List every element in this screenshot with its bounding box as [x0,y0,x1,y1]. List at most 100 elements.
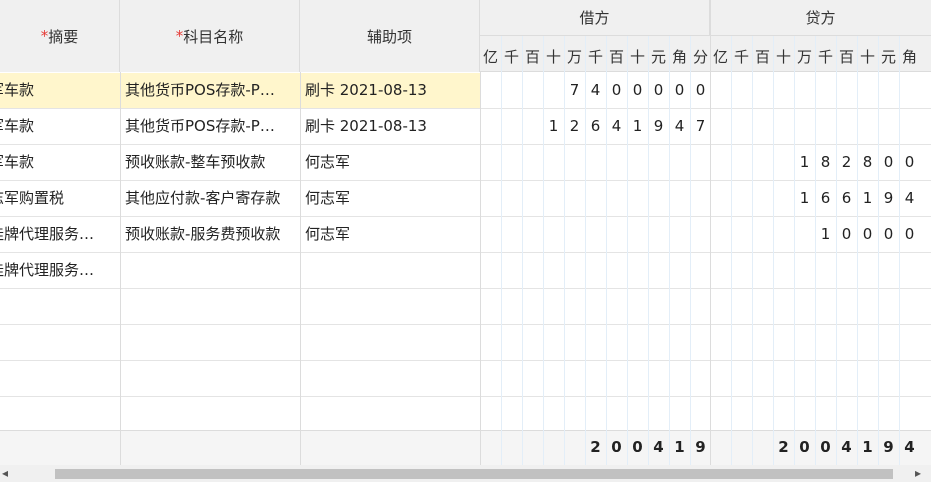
credit-digit: 6 [820,189,831,207]
debit-digit: 0 [611,81,622,99]
total-debit-digit: 2 [590,438,601,456]
grid-line [501,36,502,465]
grid-line [690,36,691,465]
table-row[interactable] [0,325,931,361]
scrollbar-thumb[interactable] [55,469,893,479]
credit-digit: 0 [904,225,915,243]
cell-account[interactable]: 预收账款-服务费预收款 [120,217,300,253]
credit-unit-label: 十 [775,48,791,66]
credit-digit: 9 [883,189,894,207]
grid-line [710,0,711,465]
header-debit: 借方 [480,0,710,36]
cell-aux[interactable]: 何志军 [300,181,480,217]
table-row[interactable]: 志军购置税其他应付款-客户寄存款何志军 [0,181,931,217]
total-credit-digit: 1 [862,438,873,456]
debit-digit: 9 [653,117,664,135]
cell-summary[interactable]: 军车款 [0,109,140,145]
header-debit-label: 借方 [579,9,610,27]
debit-digit: 0 [695,81,706,99]
cell-aux[interactable]: 刷卡 2021-08-13 [300,73,480,109]
total-debit-digit: 0 [632,438,643,456]
credit-unit-label: 十 [859,48,875,66]
credit-digit: 1 [820,225,831,243]
debit-digit: 1 [548,117,559,135]
credit-digit: 0 [904,153,915,171]
total-credit-digit: 4 [841,438,852,456]
table-row[interactable]: 军车款其他货币POS存款-P…刷卡 2021-08-13 [0,109,931,145]
grid-line [480,72,481,465]
credit-digit: 0 [841,225,852,243]
credit-unit-label: 千 [817,48,833,66]
debit-unit-label: 角 [671,48,687,66]
header-account[interactable]: * 科目名称 [120,0,300,72]
table-row[interactable]: 军车款其他货币POS存款-P…刷卡 2021-08-13 [0,73,931,109]
debit-unit-label: 万 [566,48,582,66]
credit-digit: 4 [904,189,915,207]
debit-unit-label: 千 [587,48,603,66]
grid-line [120,72,121,465]
credit-digit: 2 [841,153,852,171]
debit-digit: 4 [611,117,622,135]
table-row[interactable] [0,361,931,397]
header-summary[interactable]: * 摘要 [0,0,120,72]
header-credit-label: 贷方 [805,9,836,27]
scroll-right-icon[interactable]: ▸ [915,465,921,482]
credit-digit: 8 [820,153,831,171]
grid-line [564,36,565,465]
credit-digit: 0 [883,225,894,243]
debit-digit: 4 [674,117,685,135]
cell-summary[interactable]: 军车款 [0,145,140,181]
header-aux[interactable]: 辅助项 [300,0,480,72]
cell-account[interactable]: 预收账款-整车预收款 [120,145,300,181]
cell-aux[interactable]: 刷卡 2021-08-13 [300,109,480,145]
grid-line [606,36,607,465]
debit-unit-label: 百 [608,48,624,66]
credit-unit-label: 亿 [712,48,728,66]
total-credit-digit: 4 [904,438,915,456]
cell-account[interactable]: 其他货币POS存款-P… [120,109,300,145]
table-row[interactable]: 挂牌代理服务…预收账款-服务费预收款何志军 [0,217,931,253]
table-row[interactable]: 军车款预收账款-整车预收款何志军 [0,145,931,181]
debit-unit-label: 十 [545,48,561,66]
debit-unit-label: 千 [503,48,519,66]
table-row[interactable] [0,289,931,325]
debit-digit: 0 [653,81,664,99]
header-aux-label: 辅助项 [366,27,412,46]
total-credit-digit: 9 [883,438,894,456]
debit-unit-label: 百 [524,48,540,66]
credit-digit: 1 [799,189,810,207]
grid-line [752,36,753,465]
cell-account[interactable]: 其他应付款-客户寄存款 [120,181,300,217]
debit-unit-label: 分 [692,48,708,66]
total-credit-digit: 0 [820,438,831,456]
debit-digit: 7 [695,117,706,135]
table-row[interactable] [0,397,931,433]
cell-summary[interactable]: 挂牌代理服务… [0,253,140,289]
credit-unit-label: 百 [838,48,854,66]
total-debit-digit: 1 [674,438,685,456]
cell-summary[interactable]: 挂牌代理服务… [0,217,140,253]
scroll-left-icon[interactable]: ◂ [2,465,8,482]
cell-aux[interactable]: 何志军 [300,217,480,253]
credit-unit-label: 角 [901,48,917,66]
grid-line [857,36,858,465]
debit-unit-label: 亿 [482,48,498,66]
header-credit: 贷方 [710,0,931,36]
header-summary-label: 摘要 [48,27,79,46]
cell-account[interactable]: 其他货币POS存款-P… [120,73,300,109]
cell-aux[interactable]: 何志军 [300,145,480,181]
table-row[interactable]: 挂牌代理服务… [0,253,931,289]
cell-summary[interactable]: 志军购置税 [0,181,140,217]
debit-digit: 0 [674,81,685,99]
credit-digit: 0 [883,153,894,171]
cell-aux[interactable] [300,253,480,289]
grid-line [773,36,774,465]
grid-line [300,72,301,465]
debit-digit: 6 [590,117,601,135]
cell-account[interactable] [120,253,300,289]
cell-summary[interactable]: 军车款 [0,73,140,109]
debit-unit-label: 十 [629,48,645,66]
credit-digit: 1 [862,189,873,207]
credit-unit-label: 万 [796,48,812,66]
credit-digit: 8 [862,153,873,171]
